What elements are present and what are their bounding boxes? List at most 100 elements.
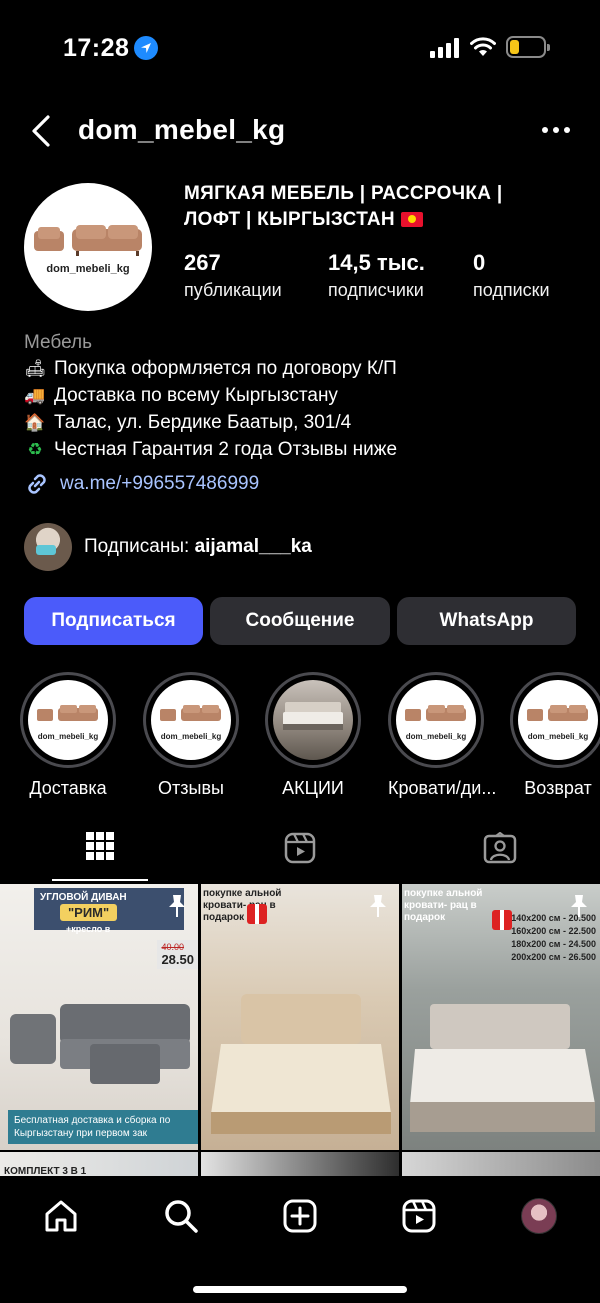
stat-followers[interactable]: 14,5 тыс. подписчики	[328, 250, 488, 301]
profile-tabs	[0, 820, 600, 882]
bio-link-text[interactable]: wa.me/+996557486999	[60, 473, 259, 495]
stat-posts[interactable]: 267 публикации	[184, 250, 344, 301]
status-bar: 17:28	[0, 0, 600, 96]
followed-by-prefix: Подписаны:	[84, 536, 195, 557]
truck-emoji-icon: 🚚	[24, 386, 46, 405]
sofa-logo-icon	[160, 705, 221, 721]
post-promo-text: покупке альной кровати- рац в подарок	[404, 888, 483, 923]
stat-followers-label: подписчики	[328, 280, 424, 300]
bed-image	[410, 1004, 595, 1132]
profile-name-line2: ЛОФТ | КЫРГЫЗСТАН	[184, 209, 395, 230]
profile-name: МЯГКАЯ МЕБЕЛЬ | РАССРОЧКА | ЛОФТ | КЫРГЫ…	[184, 181, 564, 233]
bio-line-text: Покупка оформляется по договору К/П	[54, 358, 397, 379]
highlight-mini-label: dom_mebeli_kg	[527, 732, 589, 741]
bio-line: ♻ Честная Гарантия 2 года Отзывы ниже	[24, 436, 584, 463]
profile-category: Мебель	[24, 332, 92, 353]
highlight-item[interactable]: dom_mebeli_kg Возврат	[510, 672, 600, 799]
more-options-icon[interactable]	[541, 126, 571, 134]
post-thumbnail[interactable]: УГЛОВОЙ ДИВАН "РИМ" +кресло в 40.00 28.50…	[0, 884, 198, 1150]
status-time: 17:28	[63, 34, 130, 62]
create-post-icon[interactable]	[282, 1198, 318, 1234]
recycle-emoji-icon: ♻	[27, 440, 43, 459]
battery-icon	[506, 36, 550, 58]
highlight-item[interactable]: АКЦИИ	[265, 672, 361, 799]
link-icon	[28, 474, 46, 494]
size-price: 160x200 см - 22.500	[511, 926, 596, 936]
highlight-item[interactable]: dom_mebeli_kg Доставка	[20, 672, 116, 799]
followed-by[interactable]: Подписаны: aijamal___ka	[24, 523, 312, 571]
active-tab-indicator	[52, 879, 148, 881]
sofa-logo-icon	[34, 225, 142, 256]
stat-followers-value: 14,5 тыс.	[328, 250, 425, 275]
profile-bio: Мебель 🛋 Покупка оформляется по договору …	[24, 331, 584, 497]
bio-line-text: Честная Гарантия 2 года Отзывы ниже	[54, 439, 398, 460]
whatsapp-button[interactable]: WhatsApp	[397, 597, 576, 645]
subscribe-button[interactable]: Подписаться	[24, 597, 203, 645]
kyrgyzstan-flag-icon	[400, 212, 423, 228]
highlight-item[interactable]: dom_mebeli_kg Отзывы	[143, 672, 239, 799]
highlight-mini-label: dom_mebeli_kg	[160, 732, 222, 741]
post-footer-text: Бесплатная доставка и сборка по Кыргызст…	[8, 1110, 198, 1144]
location-icon	[134, 36, 158, 60]
highlight-mini-label: dom_mebeli_kg	[37, 732, 99, 741]
followed-by-text: Подписаны: aijamal___ka	[84, 536, 312, 558]
bed-image	[211, 994, 391, 1134]
post-gift-text: +кресло в	[66, 924, 111, 934]
post-thumbnail[interactable]: покупке альной кровати- рац в подарок	[201, 884, 399, 1150]
post-thumbnail[interactable]: покупке альной кровати- рац в подарок 14…	[402, 884, 600, 1150]
highlight-label: Отзывы	[158, 778, 224, 798]
reels-icon[interactable]	[401, 1198, 437, 1234]
pinned-post-icon	[169, 895, 185, 917]
size-price: 200x200 см - 26.500	[511, 952, 596, 962]
stat-posts-label: публикации	[184, 280, 282, 300]
post-price: 40.00 28.50	[157, 940, 198, 969]
size-price: 180x200 см - 24.500	[511, 939, 596, 949]
bio-link[interactable]: wa.me/+996557486999	[24, 471, 584, 497]
bio-line: 🛋 Покупка оформляется по договору К/П	[24, 355, 584, 382]
avatar-label: dom_mebeli_kg	[46, 263, 130, 275]
reels-tab-icon[interactable]	[284, 832, 316, 864]
bio-line: 🏠 Талас, ул. Бердике Баатыр, 301/4	[24, 409, 584, 436]
home-icon[interactable]	[43, 1198, 79, 1234]
search-icon[interactable]	[163, 1198, 199, 1234]
post-new-price: 28.50	[161, 952, 194, 967]
profile-name-line1: МЯГКАЯ МЕБЕЛЬ | РАССРОЧКА |	[184, 183, 503, 204]
highlight-item[interactable]: dom_mebeli_kg Кровати/ди...	[388, 672, 497, 799]
profile-header: dom_mebel_kg	[0, 106, 600, 158]
post-size-prices: 140x200 см - 20.500 160x200 см - 22.500 …	[511, 912, 596, 964]
pinned-post-icon	[571, 895, 587, 917]
tagged-tab-icon[interactable]	[483, 832, 517, 864]
bio-line-text: Талас, ул. Бердике Баатыр, 301/4	[54, 412, 352, 433]
stat-posts-value: 267	[184, 250, 221, 275]
sofa-logo-icon	[37, 705, 98, 721]
pinned-post-icon	[370, 895, 386, 917]
house-emoji-icon: 🏠	[24, 413, 46, 432]
highlight-mini-label: dom_mebeli_kg	[405, 732, 467, 741]
highlight-label: АКЦИИ	[282, 778, 344, 798]
my-profile-avatar[interactable]	[521, 1198, 557, 1234]
bed-image-icon	[283, 702, 343, 730]
post-old-price: 40.00	[161, 942, 184, 952]
follower-avatar[interactable]	[24, 523, 72, 571]
gift-icon	[247, 904, 267, 924]
post-product-name: "РИМ"	[60, 904, 118, 921]
message-button[interactable]: Сообщение	[210, 597, 390, 645]
profile-username: dom_mebel_kg	[78, 114, 286, 145]
home-indicator	[193, 1286, 407, 1293]
bottom-navigation	[0, 1176, 600, 1303]
corner-sofa-image	[10, 1004, 190, 1084]
highlight-label: Кровати/ди...	[388, 778, 497, 798]
followed-by-user[interactable]: aijamal___ka	[195, 536, 312, 557]
back-button[interactable]	[28, 114, 54, 148]
bed-photo-thumbnail	[273, 680, 353, 760]
stat-following[interactable]: 0 подписки	[473, 250, 600, 301]
profile-avatar[interactable]: dom_mebeli_kg	[24, 183, 152, 311]
sofa-logo-icon	[527, 705, 588, 721]
bio-line-text: Доставка по всему Кыргызстану	[54, 385, 338, 406]
stat-following-value: 0	[473, 250, 486, 275]
cellular-signal-icon	[430, 38, 459, 58]
post-banner-text: УГЛОВОЙ ДИВАН	[40, 892, 127, 903]
sofa-logo-icon	[405, 705, 466, 721]
grid-tab-icon[interactable]	[86, 832, 114, 860]
highlight-label: Возврат	[524, 778, 592, 798]
